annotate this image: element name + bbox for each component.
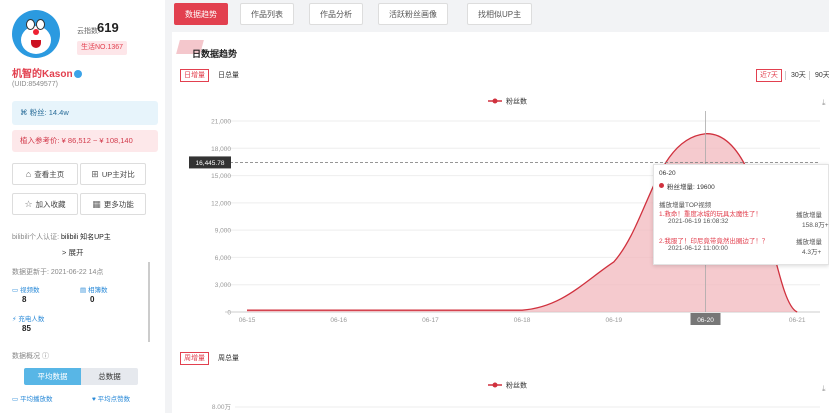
x-tick-label: 06-19 (605, 317, 622, 324)
tab-works-analysis[interactable]: 作品分析 (309, 3, 363, 25)
legend-label-2: 粉丝数 (506, 381, 527, 390)
legend-dot-2 (492, 382, 498, 388)
tooltip-fans: 粉丝增量: 19600 (667, 184, 715, 191)
x-tick-label: 06-16 (330, 317, 347, 324)
y-tick-label: 3,000 (215, 282, 232, 289)
tooltip-series-dot (659, 183, 664, 188)
y-tick-label: 18,000 (211, 146, 231, 153)
chart-tooltip: 06-20 粉丝增量: 19600 播放增量TOP视频 1.救命！重度冰城的玩具… (653, 164, 829, 265)
tab-data-trend[interactable]: 数据趋势 (174, 3, 228, 25)
tooltip-plays-label: 播放增量 (796, 239, 822, 246)
page: 云指数: 619 生活NO.1367 机智的Kason (UID:8549577… (0, 0, 829, 413)
x-tick-label: 06-17 (422, 317, 439, 324)
y-tick-label: 0 (227, 310, 231, 317)
y-tick-label-2: 8.00万 (212, 403, 232, 411)
crosshair-value: 16,445.78 (196, 160, 225, 167)
y-tick-label: 6,000 (215, 255, 232, 262)
legend-label: 粉丝数 (506, 97, 527, 106)
x-tick-label: 06-15 (239, 317, 256, 324)
y-tick-label: 9,000 (215, 228, 232, 235)
y-tick-label: 15,000 (211, 173, 231, 180)
tooltip-video-title[interactable]: 2.我服了！印尼竟带竟然出圈边了！？ (659, 235, 768, 245)
tooltip-plays-value: 4.3万+ (802, 249, 822, 256)
x-tick-label: 06-20 (697, 317, 714, 324)
tooltip-date: 06-20 (659, 170, 676, 177)
tooltip-plays-label: 播放增量 (796, 212, 822, 219)
tooltip-video-title[interactable]: 1.救命！重度冰城的玩具太魔性了！ (659, 208, 762, 218)
tooltip-video-date: 2021-06-19 16:08:32 (668, 218, 729, 225)
x-tick-label: 06-21 (789, 317, 806, 324)
y-tick-label: 21,000 (211, 119, 231, 126)
tab-similar-up[interactable]: 找相似UP主 (467, 3, 533, 25)
y-tick-label: 12,000 (211, 200, 231, 207)
legend-dot (492, 98, 498, 104)
tooltip-plays-value: 158.8万+ (802, 222, 829, 229)
tooltip-video-date: 2021-06-12 11:00:00 (668, 245, 728, 252)
tab-works-list[interactable]: 作品列表 (240, 3, 294, 25)
tab-active-fans[interactable]: 活跃粉丝画像 (378, 3, 448, 25)
x-tick-label: 06-18 (514, 317, 531, 324)
